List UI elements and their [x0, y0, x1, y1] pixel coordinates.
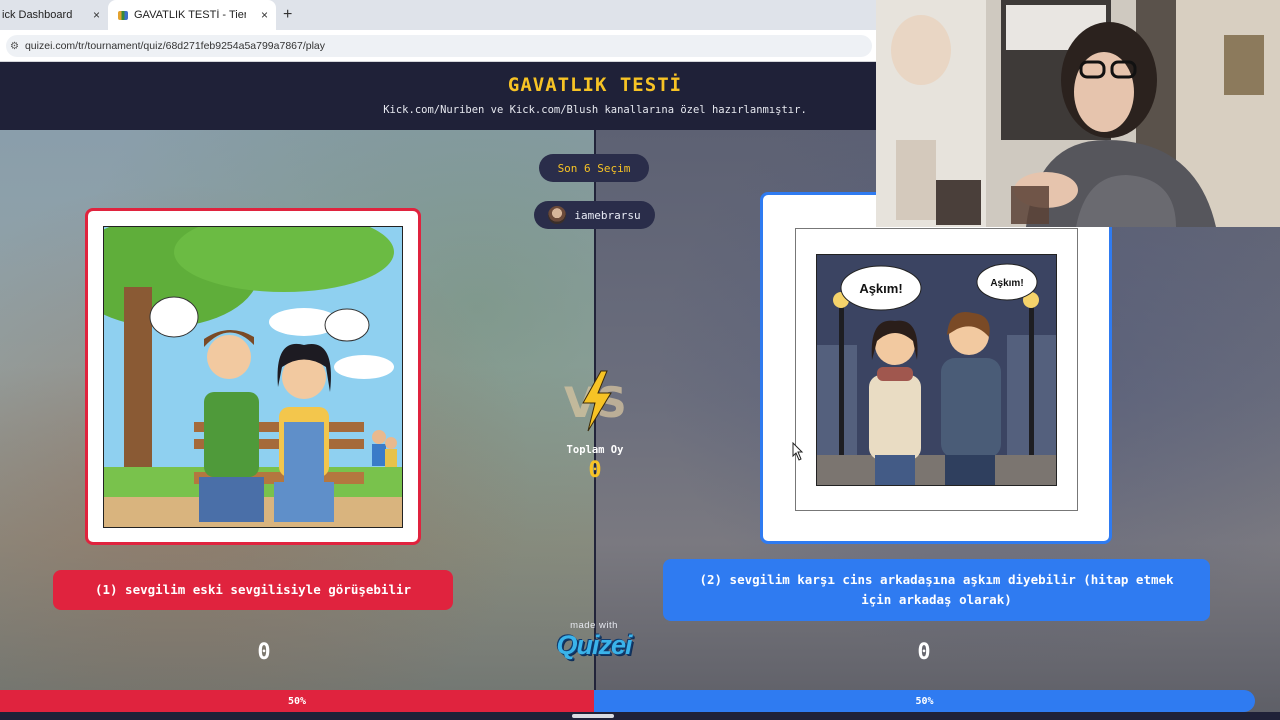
browser-tabstrip: ick Dashboard × GAVATLIK TESTİ - Tier Li…	[0, 0, 876, 30]
option-1-votes: 0	[257, 640, 271, 665]
close-icon[interactable]: ×	[93, 8, 100, 22]
made-with-quizei[interactable]: made with Quizei	[548, 620, 640, 659]
tab-gavatlik-testi[interactable]: GAVATLIK TESTİ - Tier List, Kör ×	[108, 0, 276, 30]
scrollbar-thumb[interactable]	[572, 714, 614, 718]
site-favicon-icon	[118, 10, 128, 20]
webcam-overlay	[876, 0, 1280, 227]
avatar	[548, 206, 567, 224]
url-field[interactable]: ⚙ quizei.com/tr/tournament/quiz/68d271fe…	[6, 35, 872, 57]
option-2-card[interactable]: Aşkım! Aşkım!	[760, 192, 1112, 544]
night-street-illustration: Aşkım! Aşkım!	[817, 255, 1056, 485]
tab-dashboard[interactable]: ick Dashboard ×	[0, 0, 108, 30]
url-text: quizei.com/tr/tournament/quiz/68d271feb9…	[24, 40, 326, 52]
total-votes-label: Toplam Oy	[566, 444, 624, 456]
option-2-percent-bar: 50%	[594, 690, 1255, 712]
quizei-logo: Quizei	[556, 630, 632, 660]
address-bar: ⚙ quizei.com/tr/tournament/quiz/68d271fe…	[0, 30, 876, 62]
user-badge[interactable]: iamebrarsu	[534, 201, 655, 229]
total-votes-value: 0	[588, 458, 602, 483]
recent-choices-button[interactable]: Son 6 Seçim	[539, 154, 649, 182]
option-2-votes: 0	[917, 640, 931, 665]
option-2-image-frame: Aşkım! Aşkım!	[795, 228, 1078, 511]
close-icon[interactable]: ×	[261, 8, 268, 22]
screen: ick Dashboard × GAVATLIK TESTİ - Tier Li…	[0, 0, 1280, 720]
mouse-cursor-icon	[792, 442, 804, 461]
username: iamebrarsu	[574, 208, 641, 222]
option-1-image[interactable]	[103, 226, 403, 528]
option-2-button[interactable]: (2) sevgilim karşı cins arkadaşına aşkım…	[663, 559, 1210, 621]
option-1-percent-bar: 50%	[0, 690, 594, 712]
bottom-strip	[0, 712, 1280, 720]
site-settings-icon[interactable]: ⚙	[10, 41, 19, 52]
option-1-card[interactable]	[85, 208, 421, 545]
option-2-image[interactable]: Aşkım! Aşkım!	[816, 254, 1057, 486]
vs-icon: VS	[564, 370, 627, 432]
option-1-button[interactable]: (1) sevgilim eski sevgilisiyle görüşebil…	[53, 570, 453, 610]
park-bench-illustration	[104, 227, 402, 527]
new-tab-button[interactable]: +	[283, 6, 292, 24]
streamer-webcam-image	[876, 0, 1280, 227]
tab-title: GAVATLIK TESTİ - Tier List, Kör	[134, 9, 246, 21]
right-speech-bubble: Aşkım!	[990, 278, 1023, 289]
left-speech-bubble: Aşkım!	[859, 281, 902, 296]
